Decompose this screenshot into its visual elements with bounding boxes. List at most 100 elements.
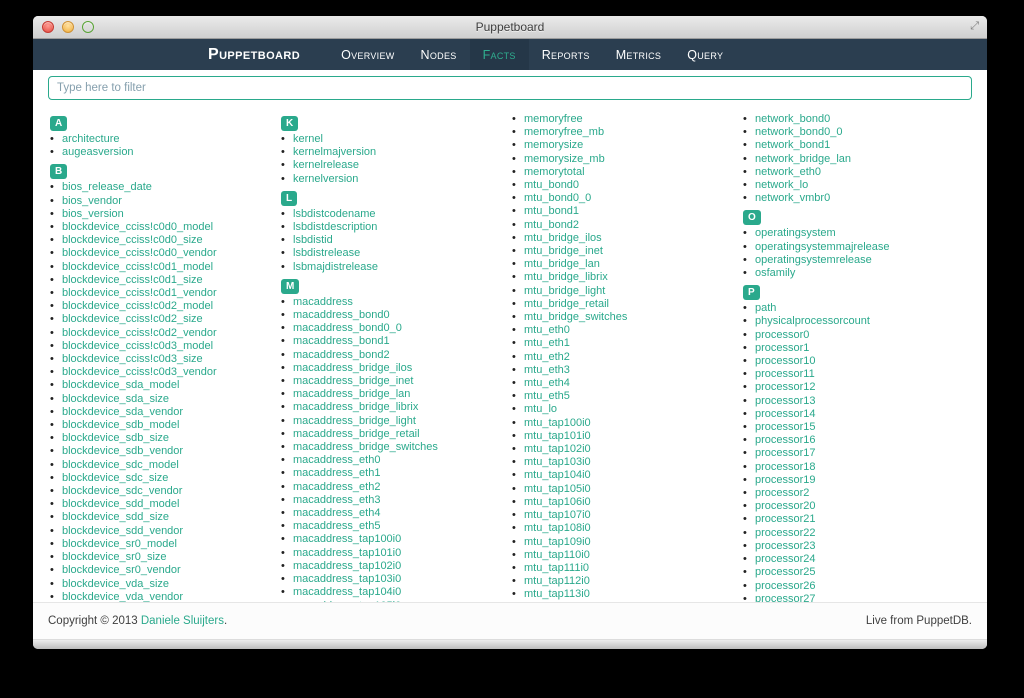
fact-link[interactable]: blockdevice_sdd_vendor (62, 525, 183, 537)
fact-link[interactable]: mtu_lo (524, 403, 557, 415)
fact-link[interactable]: macaddress_bond2 (293, 349, 390, 361)
fact-link[interactable]: processor23 (755, 540, 816, 552)
nav-item-query[interactable]: Query (674, 39, 736, 70)
fact-link[interactable]: processor15 (755, 421, 816, 433)
fact-link[interactable]: macaddress_bridge_switches (293, 441, 438, 453)
fact-link[interactable]: processor10 (755, 355, 816, 367)
fact-link[interactable]: mtu_tap100i0 (524, 417, 591, 429)
fact-link[interactable]: processor18 (755, 461, 816, 473)
fact-link[interactable]: processor21 (755, 513, 816, 525)
fact-link[interactable]: macaddress_bridge_librix (293, 401, 418, 413)
fact-link[interactable]: network_lo (755, 179, 808, 191)
fact-link[interactable]: macaddress_eth2 (293, 481, 380, 493)
nav-item-reports[interactable]: Reports (529, 39, 603, 70)
fact-link[interactable]: osfamily (755, 267, 795, 279)
fact-link[interactable]: mtu_eth1 (524, 337, 570, 349)
fact-link[interactable]: kernel (293, 133, 323, 145)
fact-link[interactable]: mtu_tap106i0 (524, 496, 591, 508)
fact-link[interactable]: mtu_eth2 (524, 351, 570, 363)
fact-link[interactable]: network_eth0 (755, 166, 821, 178)
fact-link[interactable]: blockdevice_cciss!c0d0_vendor (62, 247, 217, 259)
fact-link[interactable]: mtu_eth5 (524, 390, 570, 402)
fact-link[interactable]: mtu_bridge_retail (524, 298, 609, 310)
fact-link[interactable]: mtu_tap111i0 (524, 562, 589, 574)
fact-link[interactable]: mtu_tap112i0 (524, 575, 590, 587)
fact-link[interactable]: macaddress_bridge_light (293, 415, 416, 427)
brand-logo[interactable]: Puppetboard (208, 46, 300, 64)
fact-link[interactable]: mtu_bond1 (524, 205, 579, 217)
fact-link[interactable]: mtu_tap108i0 (524, 522, 591, 534)
fact-link[interactable]: processor20 (755, 500, 816, 512)
fact-link[interactable]: mtu_tap104i0 (524, 469, 591, 481)
fact-link[interactable]: mtu_bond2 (524, 219, 579, 231)
nav-item-metrics[interactable]: Metrics (603, 39, 675, 70)
fact-link[interactable]: macaddress_tap103i0 (293, 573, 401, 585)
fact-link[interactable]: mtu_bridge_switches (524, 311, 627, 323)
fact-link[interactable]: blockdevice_cciss!c0d0_size (62, 234, 203, 246)
fact-link[interactable]: blockdevice_sdd_size (62, 511, 169, 523)
fact-link[interactable]: macaddress_bridge_ilos (293, 362, 412, 374)
nav-item-facts[interactable]: Facts (470, 39, 529, 70)
fact-link[interactable]: blockdevice_sda_model (62, 379, 179, 391)
fact-link[interactable]: macaddress_bridge_inet (293, 375, 413, 387)
fact-link[interactable]: network_vmbr0 (755, 192, 830, 204)
fact-link[interactable]: blockdevice_cciss!c0d0_model (62, 221, 213, 233)
fact-link[interactable]: blockdevice_sr0_model (62, 538, 177, 550)
fact-link[interactable]: blockdevice_sdc_size (62, 472, 168, 484)
fact-link[interactable]: blockdevice_sdd_model (62, 498, 179, 510)
fact-link[interactable]: macaddress_tap104i0 (293, 586, 401, 598)
fact-link[interactable]: mtu_tap101i0 (524, 430, 591, 442)
fact-link[interactable]: network_bridge_lan (755, 153, 851, 165)
fact-link[interactable]: operatingsystemrelease (755, 254, 872, 266)
fact-link[interactable]: kernelrelease (293, 159, 359, 171)
nav-item-overview[interactable]: Overview (328, 39, 407, 70)
fact-link[interactable]: macaddress_bond0_0 (293, 322, 402, 334)
fact-link[interactable]: lsbdistcodename (293, 208, 376, 220)
fact-link[interactable]: blockdevice_cciss!c0d1_size (62, 274, 203, 286)
fact-link[interactable]: kernelmajversion (293, 146, 376, 158)
fact-link[interactable]: mtu_bridge_ilos (524, 232, 602, 244)
fact-link[interactable]: blockdevice_cciss!c0d2_vendor (62, 327, 217, 339)
fact-link[interactable]: physicalprocessorcount (755, 315, 870, 327)
fact-link[interactable]: blockdevice_sdb_vendor (62, 445, 183, 457)
fact-link[interactable]: memoryfree (524, 113, 583, 125)
fact-link[interactable]: mtu_bond0_0 (524, 192, 591, 204)
fact-link[interactable]: processor22 (755, 527, 816, 539)
fact-link[interactable]: bios_release_date (62, 181, 152, 193)
fact-link[interactable]: macaddress_eth0 (293, 454, 380, 466)
fact-link[interactable]: architecture (62, 133, 119, 145)
fact-link[interactable]: mtu_tap110i0 (524, 549, 590, 561)
fact-link[interactable]: macaddress_tap102i0 (293, 560, 401, 572)
fact-link[interactable]: lsbdistrelease (293, 247, 360, 259)
fact-link[interactable]: memorytotal (524, 166, 585, 178)
fact-link[interactable]: processor13 (755, 395, 816, 407)
fact-link[interactable]: processor17 (755, 447, 816, 459)
fact-link[interactable]: macaddress_tap105i0 (293, 600, 401, 603)
fact-link[interactable]: macaddress_eth4 (293, 507, 380, 519)
fact-link[interactable]: blockdevice_sdb_model (62, 419, 179, 431)
fact-link[interactable]: memorysize (524, 139, 583, 151)
fact-link[interactable]: macaddress_tap101i0 (293, 547, 401, 559)
fact-link[interactable]: lsbdistdescription (293, 221, 377, 233)
fact-link[interactable]: mtu_tap113i0 (524, 588, 590, 600)
fact-link[interactable]: operatingsystem (755, 227, 836, 239)
fact-link[interactable]: macaddress_bridge_retail (293, 428, 420, 440)
fact-link[interactable]: processor16 (755, 434, 816, 446)
fact-link[interactable]: macaddress_tap100i0 (293, 533, 401, 545)
fact-link[interactable]: mtu_eth4 (524, 377, 570, 389)
fact-link[interactable]: macaddress (293, 296, 353, 308)
fact-link[interactable]: mtu_eth3 (524, 364, 570, 376)
fact-link[interactable]: network_bond0 (755, 113, 830, 125)
fact-link[interactable]: macaddress_eth5 (293, 520, 380, 532)
nav-item-nodes[interactable]: Nodes (408, 39, 470, 70)
fact-link[interactable]: processor25 (755, 566, 816, 578)
fact-link[interactable]: macaddress_bond0 (293, 309, 390, 321)
fact-link[interactable]: blockdevice_cciss!c0d3_model (62, 340, 213, 352)
fact-link[interactable]: blockdevice_sr0_vendor (62, 564, 181, 576)
fact-link[interactable]: processor1 (755, 342, 809, 354)
fact-link[interactable]: blockdevice_cciss!c0d3_size (62, 353, 203, 365)
fact-link[interactable]: mtu_bridge_librix (524, 271, 608, 283)
fact-link[interactable]: blockdevice_sdc_model (62, 459, 179, 471)
fact-link[interactable]: blockdevice_cciss!c0d2_model (62, 300, 213, 312)
fact-link[interactable]: mtu_tap102i0 (524, 443, 591, 455)
